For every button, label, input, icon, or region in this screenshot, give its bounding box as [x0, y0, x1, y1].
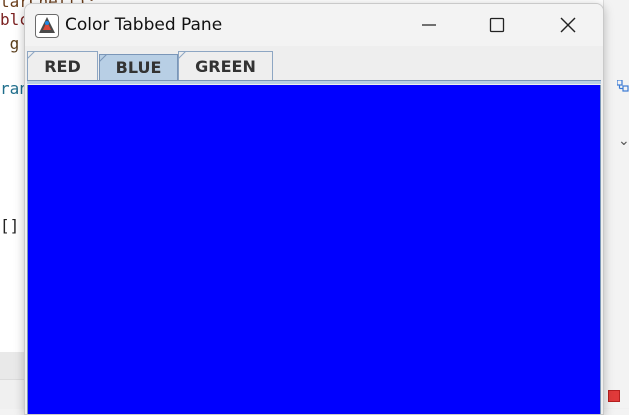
color-panel — [28, 85, 600, 414]
tab-strip: RED BLUE GREEN — [27, 51, 601, 81]
outline-icon — [617, 80, 629, 92]
maximize-icon — [489, 17, 505, 33]
app-window: Color Tabbed Pane RED BLUE GREEN — [24, 3, 604, 415]
tab-label: GREEN — [195, 56, 256, 76]
tab-corner — [27, 51, 35, 59]
window-title: Color Tabbed Pane — [65, 15, 223, 35]
tabbed-pane: RED BLUE GREEN — [25, 46, 603, 414]
minimize-button[interactable] — [394, 4, 464, 46]
tab-content-panel — [27, 85, 601, 414]
minimize-icon — [422, 24, 436, 26]
close-icon — [560, 17, 576, 33]
tab-label: BLUE — [115, 58, 162, 77]
close-button[interactable] — [533, 4, 603, 46]
tab-corner — [99, 54, 107, 62]
tab-red[interactable]: RED — [27, 51, 98, 80]
tab-blue[interactable]: BLUE — [99, 54, 178, 80]
background-code-line: g — [0, 34, 20, 53]
background-side-panel — [603, 0, 629, 408]
maximize-button[interactable] — [462, 4, 532, 46]
chevron-down-icon[interactable]: ⌄ — [618, 132, 629, 149]
tab-label: RED — [44, 56, 81, 76]
title-bar[interactable]: Color Tabbed Pane — [25, 4, 603, 46]
stop-icon[interactable] — [608, 390, 620, 402]
tab-green[interactable]: GREEN — [178, 51, 273, 80]
background-code-line: [] — [0, 216, 20, 235]
tab-corner — [178, 51, 186, 59]
tab-content-border — [27, 80, 601, 84]
java-app-icon — [35, 14, 59, 38]
